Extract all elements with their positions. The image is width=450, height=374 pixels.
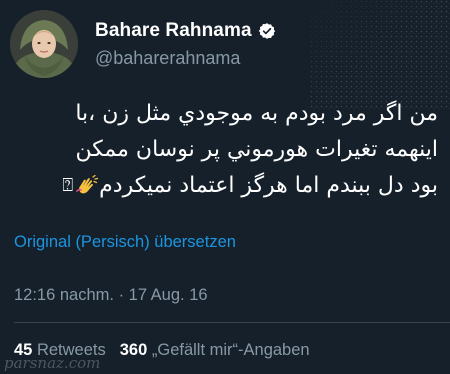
translate-link[interactable]: Original (Persisch) übersetzen xyxy=(14,233,236,252)
likes-label: „Gefällt mir“-Angaben xyxy=(151,341,310,359)
divider xyxy=(14,322,450,323)
background-texture xyxy=(310,0,450,110)
tweet-card: Bahare Rahnama @baharerahnama من اگر مرد… xyxy=(0,0,450,374)
watermark: parsnaz.com xyxy=(4,354,101,372)
clapping-hands-icon xyxy=(76,174,99,194)
tweet-text-line: من اگر مرد بودم به موجودي مثل زن ،با xyxy=(75,101,438,126)
verified-badge-icon xyxy=(258,23,275,39)
tweet-text-segment: بود دل ببندم اما هرگز اعتماد نميكردم xyxy=(99,173,438,198)
tweet-text: من اگر مرد بودم به موجودي مثل زن ،با اين… xyxy=(10,96,438,204)
emoji-placeholder: ⍰ xyxy=(62,175,74,196)
display-name[interactable]: Bahare Rahnama xyxy=(95,20,252,42)
likes-stat[interactable]: 360 „Gefällt mir“-Angaben xyxy=(120,341,310,359)
profile-photo-icon xyxy=(10,10,78,78)
user-name-row: Bahare Rahnama xyxy=(95,20,276,42)
avatar[interactable] xyxy=(10,10,78,78)
tweet-text-line: بود دل ببندم اما هرگز اعتماد نميكردم ⍰ xyxy=(10,168,438,204)
likes-count: 360 xyxy=(119,341,148,359)
user-handle[interactable]: @baharerahnama xyxy=(95,48,240,69)
tweet-text-line: اينهمه تغيرات هورموني پر نوسان ممكن xyxy=(75,137,438,162)
timestamp[interactable]: 12:16 nachm. · 17 Aug. 16 xyxy=(14,286,208,305)
